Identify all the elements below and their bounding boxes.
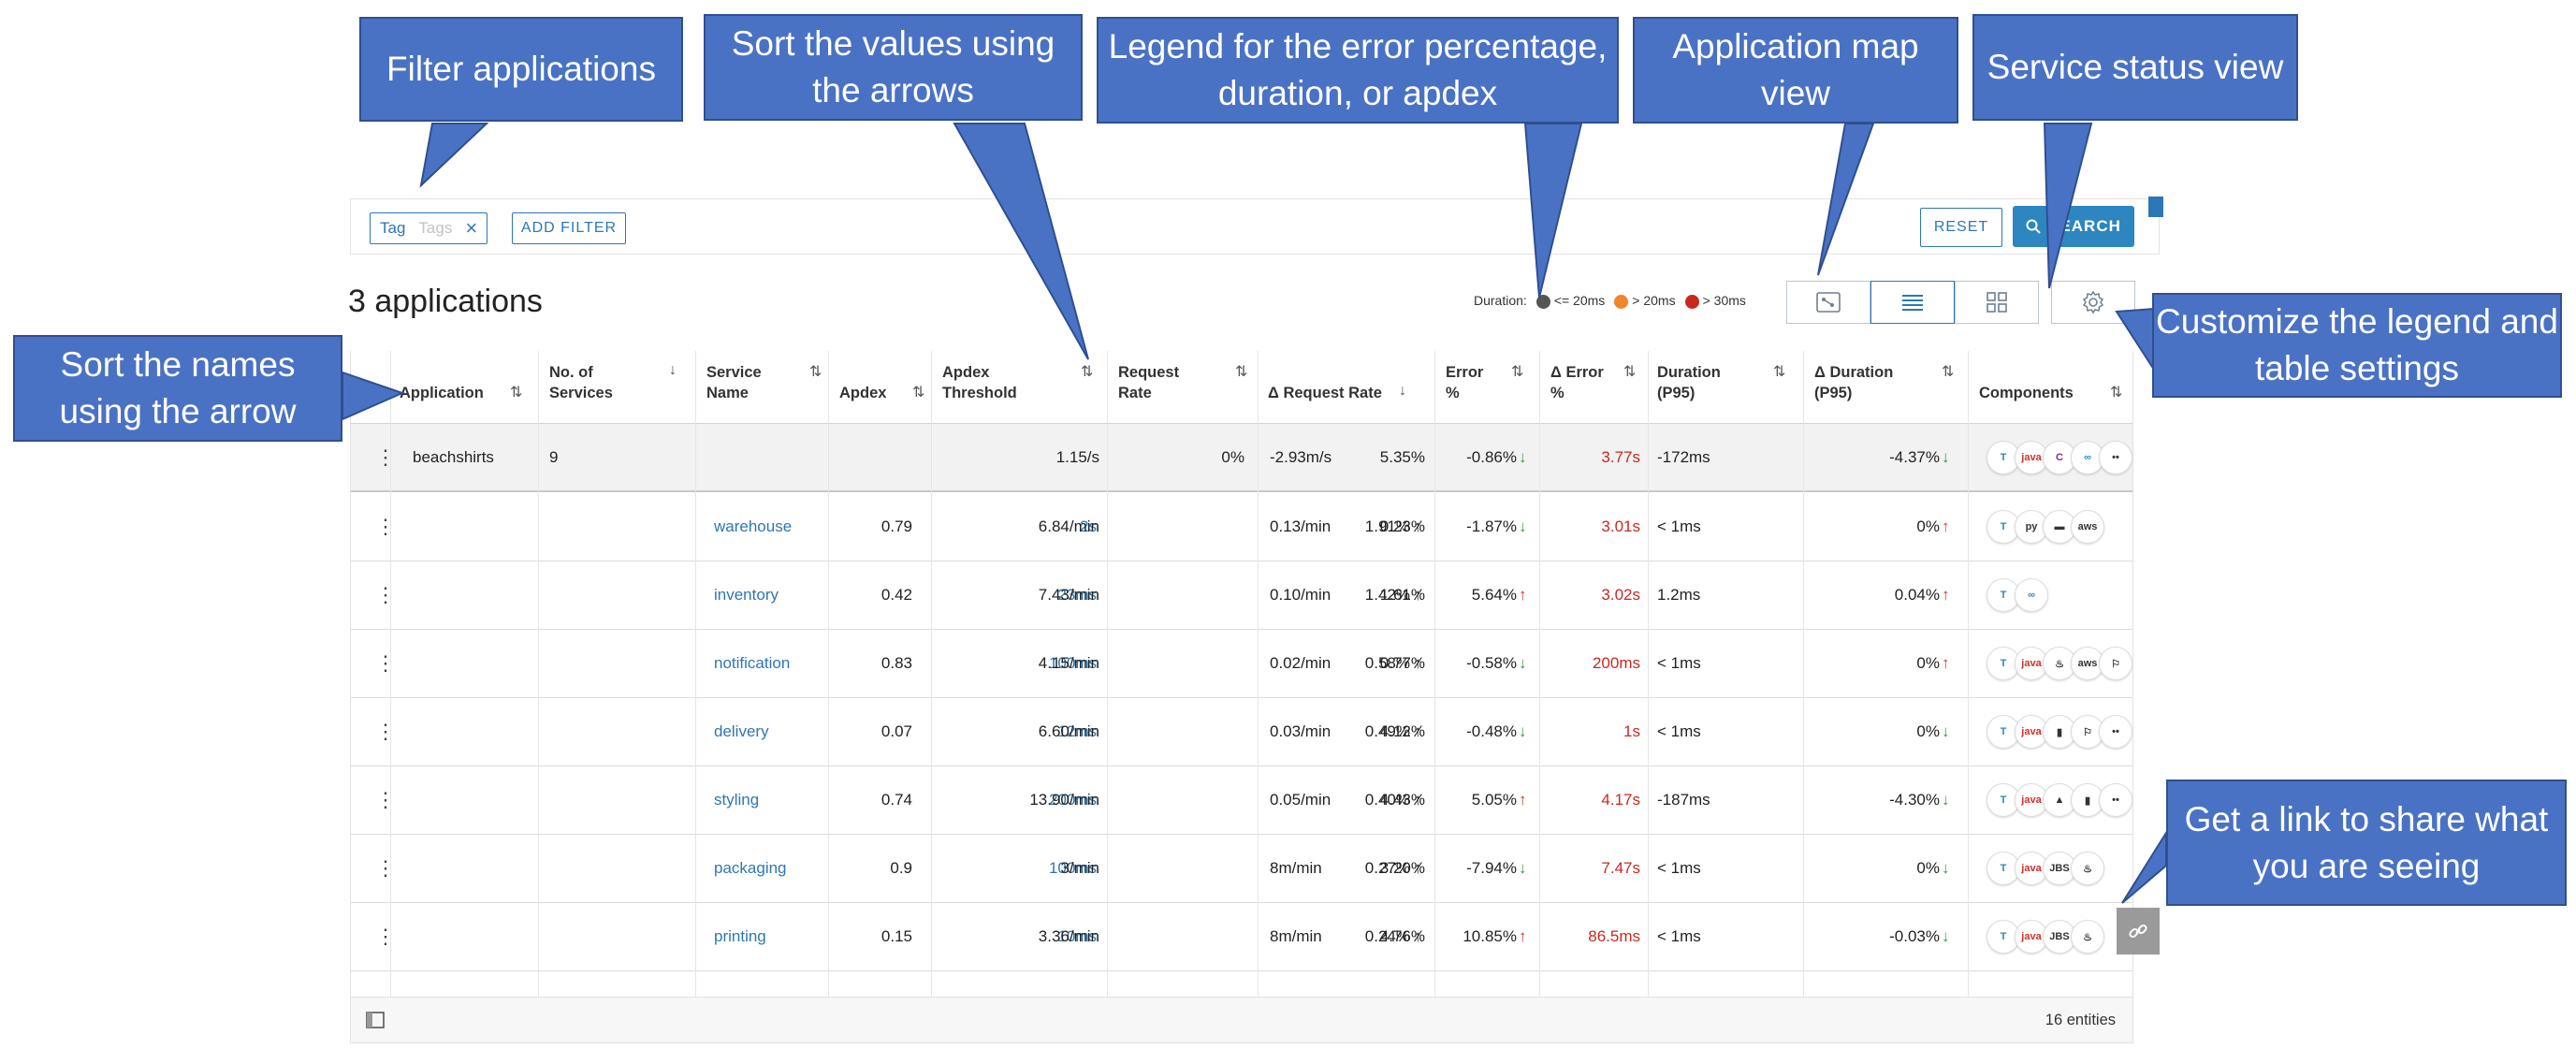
callout-legend: Legend for the error percentage, duratio… — [1097, 17, 1619, 124]
screenshot-root: Tag Tags × ADD FILTER RESET SEARCH 3 app… — [0, 0, 2576, 1064]
callout-sort-values: Sort the values using the arrows — [704, 14, 1083, 121]
callout-customize: Customize the legend and table settings — [2152, 293, 2562, 398]
callout-app-map: Application map view — [1633, 17, 1958, 124]
callout-filter: Filter applications — [359, 17, 683, 122]
callout-share-link: Get a link to share what you are seeing — [2166, 780, 2567, 906]
callout-sort-names: Sort the names using the arrow — [13, 335, 342, 442]
callout-service-status: Service status view — [1972, 14, 2298, 121]
